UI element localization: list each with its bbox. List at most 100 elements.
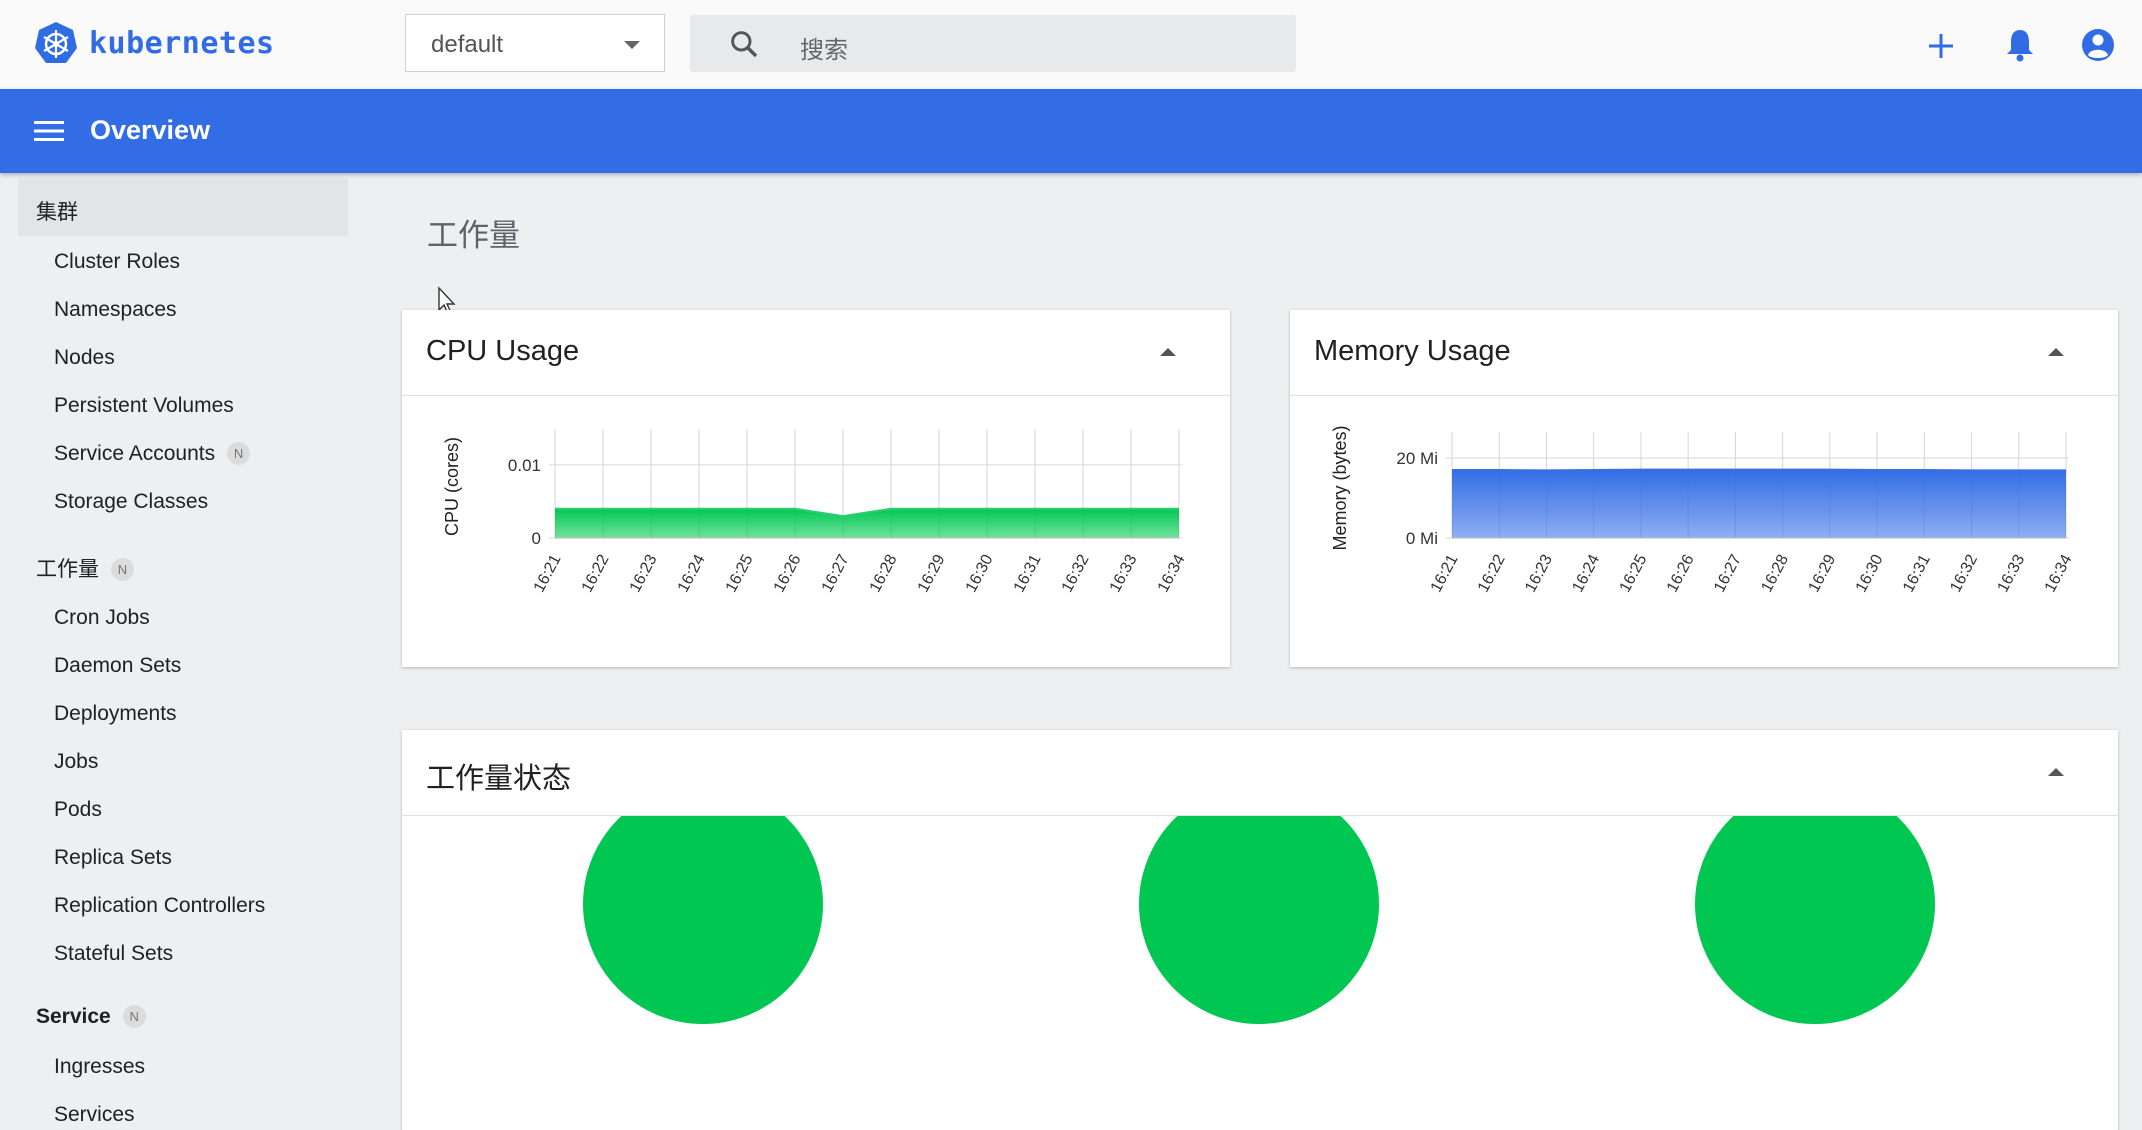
workload-status-charts [583,816,1935,1024]
sidebar-item-ingresses[interactable]: Ingresses [54,1055,145,1079]
page-title: Overview [90,115,211,145]
x-tick-label: 16:32 [1947,552,1981,595]
sidebar-item-deployments[interactable]: Deployments [54,702,177,726]
sidebar-item-nodes[interactable]: Nodes [54,346,115,370]
sidebar-item-replica-sets[interactable]: Replica Sets [54,846,172,870]
sidebar-item-label: Service Accounts [54,442,216,465]
series-line [1452,468,2066,472]
sidebar-item-service-accounts[interactable]: Service Accounts N [54,442,251,466]
x-tick-label: 16:24 [1569,552,1603,595]
kubernetes-logo-icon [35,22,77,63]
account-icon[interactable] [2080,26,2116,64]
sidebar-item-daemon-sets[interactable]: Daemon Sets [54,654,181,678]
service-label: Service [36,1005,111,1028]
x-tick-label: 16:23 [627,552,661,595]
chevron-down-icon [624,41,640,49]
sidebar-item-storage-classes[interactable]: Storage Classes [54,490,208,514]
sidebar-item-replication-controllers[interactable]: Replication Controllers [54,894,265,918]
x-tick-label: 16:26 [1664,552,1698,595]
app-logo[interactable]: kubernetes [33,20,275,66]
x-tick-label: 16:32 [1059,552,1093,595]
x-tick-label: 16:33 [1994,552,2028,595]
x-tick-label: 16:27 [1711,552,1745,595]
x-tick-label: 16:29 [915,552,949,595]
card-header: CPU Usage [402,310,1230,396]
section-title: 工作量 [427,218,520,253]
sidebar-item-stateful-sets[interactable]: Stateful Sets [54,942,173,966]
sidebar-group-cluster[interactable]: 集群 [18,178,348,236]
collapse-icon[interactable] [2048,768,2064,776]
x-tick-label: 16:27 [819,552,853,595]
collapse-icon[interactable] [1160,348,1176,356]
menu-icon[interactable] [34,119,64,143]
x-tick-label: 16:23 [1522,552,1556,595]
x-tick-label: 16:29 [1806,552,1840,595]
card-title: CPU Usage [426,335,580,367]
namespace-select-value: default [431,31,504,58]
card-title: Memory Usage [1314,335,1511,367]
card-header: 工作量状态 [402,730,2118,816]
x-tick-label: 16:30 [1853,552,1887,595]
cpu-usage-chart: 0 0.01 16:21 16:22 16:23 16:24 16:25 16:26 16:27… [442,429,1189,595]
status-pie [583,816,823,1024]
x-tick-label: 16:28 [867,552,901,595]
y-tick-label: 0 Mi [1406,529,1438,548]
sidebar-group-service[interactable]: Service N [18,987,348,1045]
sidebar-item-cluster-roles[interactable]: Cluster Roles [54,250,180,274]
y-axis-label: Memory (bytes) [1330,425,1350,550]
workload-status-card: 工作量状态 [402,730,2118,1130]
y-tick-label: 20 Mi [1396,449,1438,468]
card-header: Memory Usage [1290,310,2118,396]
series-area [1452,469,2066,538]
x-tick-label: 16:25 [723,552,757,595]
namespaced-badge: N [111,558,134,581]
x-tick-label: 16:26 [771,552,805,595]
y-tick-label: 0.01 [508,456,541,475]
namespaced-badge: N [122,1005,146,1028]
search-bar[interactable]: 搜索 [690,15,1296,72]
top-bar: kubernetes default 搜索 [0,0,2142,89]
sidebar-item-services[interactable]: Services [54,1103,135,1127]
x-tick-label: 16:24 [675,552,709,595]
search-input[interactable]: 搜索 [800,30,848,65]
x-tick-label: 16:31 [1011,552,1045,595]
card-title: 工作量状态 [426,763,572,795]
cpu-usage-card: CPU Usage 0 0.01 16:21 16:22 16:23 16:24 16:25… [402,310,1230,667]
y-axis-label: CPU (cores) [442,437,462,536]
search-icon [731,31,758,58]
sidebar-item-pods[interactable]: Pods [54,798,102,822]
x-tick-label: 16:34 [2042,552,2076,595]
x-tick-label: 16:22 [1475,552,1509,595]
x-tick-label: 16:28 [1758,552,1792,595]
sidebar-group-label: 集群 [36,201,78,224]
sidebar: 集群 Cluster Roles Namespaces Nodes Persis… [0,173,350,1127]
memory-usage-chart: 0 Mi 20 Mi 16:21 16:22 16:23 16:24 16:25 16:26 1… [1330,425,2076,595]
plus-icon[interactable] [1926,26,1956,64]
bell-icon[interactable] [2004,26,2036,64]
y-tick-label: 0 [532,529,541,548]
x-tick-label: 16:31 [1900,552,1934,595]
x-tick-label: 16:22 [579,552,613,595]
x-tick-label: 16:34 [1155,552,1189,595]
collapse-icon[interactable] [2048,348,2064,356]
app-name: kubernetes [89,25,275,61]
sidebar-item-cron-jobs[interactable]: Cron Jobs [54,606,150,630]
status-pie [1695,816,1935,1024]
x-tick-label: 16:25 [1617,552,1651,595]
sidebar-group-label: Service N [36,1005,146,1029]
sidebar-group-workloads[interactable]: 工作量 N [18,535,348,593]
x-tick-label: 16:21 [1428,552,1462,595]
namespace-select[interactable]: default [405,14,665,72]
memory-usage-card: Memory Usage 0 Mi 20 Mi 16:21 16:22 16:23 16:… [1290,310,2118,667]
sidebar-group-label: 工作量 N [36,553,134,583]
x-tick-label: 16:21 [531,552,565,595]
page-header: Overview [0,89,2142,173]
namespaced-badge: N [227,442,251,465]
x-tick-label: 16:30 [963,552,997,595]
sidebar-item-jobs[interactable]: Jobs [54,750,98,774]
workloads-label: 工作量 [36,558,99,581]
status-pie [1139,816,1379,1024]
x-tick-label: 16:33 [1107,552,1141,595]
sidebar-item-namespaces[interactable]: Namespaces [54,298,177,322]
sidebar-item-persistent-volumes[interactable]: Persistent Volumes [54,394,234,418]
